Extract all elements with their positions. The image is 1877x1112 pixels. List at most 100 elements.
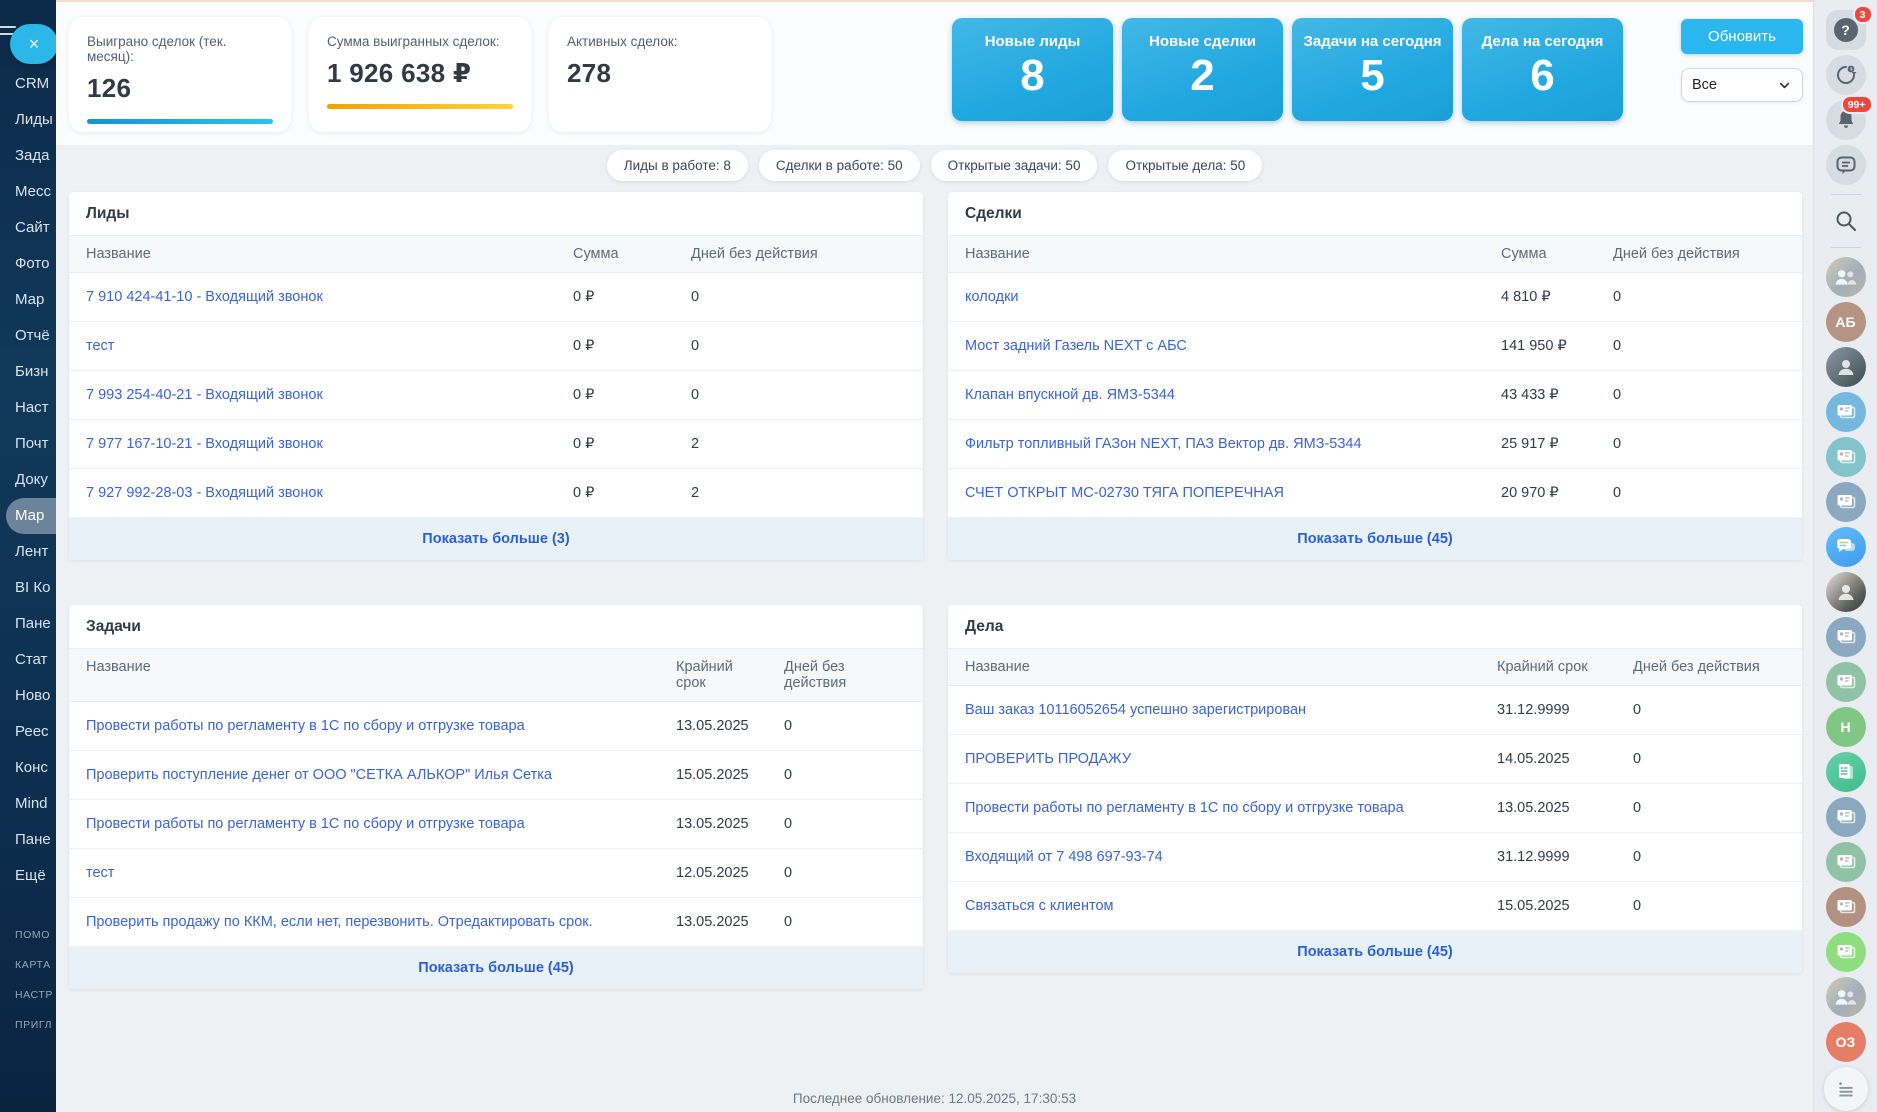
chat-contact-steel[interactable] (1826, 482, 1866, 522)
pill-deals-in-progress[interactable]: Сделки в работе: 50 (759, 150, 920, 181)
activity-link[interactable]: ПРОВЕРИТЬ ПРОДАЖУ (965, 751, 1131, 767)
chat-group-avatar[interactable] (1826, 257, 1866, 297)
show-more-deals-link[interactable]: Показать больше (45) (1297, 531, 1452, 547)
pill-open-activities[interactable]: Открытые дела: 50 (1108, 150, 1262, 181)
chat-avatar-oz[interactable]: ОЗ (1826, 1022, 1866, 1062)
table-row: Ваш заказ 10116052654 успешно зарегистри… (948, 686, 1802, 735)
chat-document-item[interactable] (1826, 752, 1866, 792)
chat-contact-steel[interactable] (1826, 617, 1866, 657)
sidebar-item-stats[interactable]: Стат (0, 642, 56, 678)
sidebar-item-news[interactable]: Ново (0, 678, 56, 714)
lead-link[interactable]: тест (86, 338, 114, 354)
chat-contact-steel[interactable] (1826, 797, 1866, 837)
task-link[interactable]: Провести работы по регламенту в 1С по сб… (86, 718, 525, 734)
deal-link[interactable]: Клапан впускной дв. ЯМЗ-5344 (965, 387, 1175, 403)
people-icon (1833, 984, 1859, 1010)
chat-contact-tan[interactable] (1826, 887, 1866, 927)
sidebar-item-sitemap[interactable]: КАРТА (0, 950, 56, 980)
sidebar-item-mindmap[interactable]: Mind (0, 786, 56, 822)
sidebar-item-crm[interactable]: CRM (0, 66, 56, 102)
table-row: ПРОВЕРИТЬ ПРОДАЖУ14.05.20250 (948, 735, 1802, 784)
activity-link[interactable]: Ваш заказ 10116052654 успешно зарегистри… (965, 702, 1306, 718)
sidebar-item-panel-1[interactable]: Пане (0, 606, 56, 642)
sidebar-item-documents[interactable]: Доку (0, 462, 56, 498)
chat-contact-green[interactable] (1826, 662, 1866, 702)
chat-avatar-ab[interactable]: АБ (1826, 302, 1866, 342)
chat-contact-lime[interactable] (1826, 932, 1866, 972)
deal-link[interactable]: Мост задний Газель NEXT с АБС (965, 338, 1187, 354)
lead-link[interactable]: 7 993 254-40-21 - Входящий звонок (86, 387, 323, 403)
show-more-activities-link[interactable]: Показать больше (45) (1297, 944, 1452, 960)
chat-photo-avatar[interactable] (1826, 572, 1866, 612)
task-link[interactable]: Проверить поступление денег от ООО "СЕТК… (86, 767, 552, 783)
chat-contact-teal[interactable] (1826, 437, 1866, 477)
task-link[interactable]: Провести работы по регламенту в 1С по сб… (86, 816, 525, 832)
sync-button[interactable] (1826, 55, 1866, 95)
lead-link[interactable]: 7 910 424-41-10 - Входящий звонок (86, 289, 323, 305)
sidebar-item-more[interactable]: Ещё (0, 858, 56, 894)
refresh-button[interactable]: Обновить (1681, 19, 1803, 54)
chat-contact-blue[interactable] (1826, 392, 1866, 432)
chat-photo-avatar[interactable] (1826, 347, 1866, 387)
sidebar-item-leads[interactable]: Лиды (0, 102, 56, 138)
chat-bubbles-icon (1834, 535, 1858, 559)
help-button[interactable]: ? 3 (1826, 10, 1866, 50)
sidebar-item-feed[interactable]: Лент (0, 534, 56, 570)
chat-bubbles-item[interactable] (1826, 527, 1866, 567)
sidebar-item-help[interactable]: ПОМО (0, 920, 56, 950)
deal-link[interactable]: колодки (965, 289, 1019, 305)
list-menu-icon (1833, 1076, 1859, 1102)
notifications-button[interactable]: 99+ (1826, 100, 1866, 140)
lead-link[interactable]: 7 977 167-10-21 - Входящий звонок (86, 436, 323, 452)
sidebar-item-reports[interactable]: Отчё (0, 318, 56, 354)
sidebar-close-button[interactable]: × (10, 24, 56, 64)
sidebar-item-mail[interactable]: Почт (0, 426, 56, 462)
sidebar-item-business[interactable]: Бизн (0, 354, 56, 390)
contact-card-icon (1834, 490, 1858, 514)
lead-link[interactable]: 7 927 992-28-03 - Входящий звонок (86, 485, 323, 501)
sidebar-menu: CRM Лиды Зада Месс Сайт Фото Мар Отчё Би… (0, 66, 56, 894)
sidebar-item-tasks[interactable]: Зада (0, 138, 56, 174)
activity-link[interactable]: Провести работы по регламенту в 1С по сб… (965, 800, 1404, 816)
activity-link[interactable]: Связаться с клиентом (965, 898, 1114, 914)
sidebar-item-messenger[interactable]: Месс (0, 174, 56, 210)
activity-link[interactable]: Входящий от 7 498 697-93-74 (965, 849, 1163, 865)
sidebar-item-photo[interactable]: Фото (0, 246, 56, 282)
filter-select[interactable]: Все (1681, 68, 1803, 102)
pill-open-tasks[interactable]: Открытые задачи: 50 (931, 150, 1098, 181)
rail-menu-button[interactable] (1824, 1067, 1868, 1111)
pill-leads-in-progress[interactable]: Лиды в работе: 8 (607, 150, 748, 181)
chat-avatar-n[interactable]: Н (1826, 707, 1866, 747)
contact-card-icon (1834, 670, 1858, 694)
filter-select-value: Все (1692, 77, 1777, 93)
show-more-leads-link[interactable]: Показать больше (3) (422, 531, 569, 547)
task-link[interactable]: Проверить продажу по ККМ, если нет, пере… (86, 914, 593, 930)
deal-link[interactable]: СЧЕТ ОТКРЫТ МС-02730 ТЯГА ПОПЕРЕЧНАЯ (965, 485, 1284, 501)
show-more-tasks-link[interactable]: Показать больше (45) (418, 960, 573, 976)
stat-card-won-sum: Сумма выигранных сделок: 1 926 638 ₽ (309, 17, 531, 132)
chat-contact-green[interactable] (1826, 842, 1866, 882)
sidebar-item-sites[interactable]: Сайт (0, 210, 56, 246)
task-link[interactable]: тест (86, 865, 114, 881)
chat-group-avatar[interactable] (1826, 977, 1866, 1017)
sidebar-item-constructor[interactable]: Конс (0, 750, 56, 786)
sidebar-item-bi[interactable]: BI Ко (0, 570, 56, 606)
sidebar-item-market[interactable]: Мар (0, 282, 56, 318)
sidebar-item-registry[interactable]: Реес (0, 714, 56, 750)
summary-card-new-deals[interactable]: Новые сделки 2 (1122, 18, 1283, 121)
sidebar-item-marketing-active[interactable]: Мар (6, 498, 56, 534)
sidebar-item-panel-2[interactable]: Пане (0, 822, 56, 858)
deal-link[interactable]: Фильтр топливный ГАЗон NEXT, ПАЗ Вектор … (965, 436, 1362, 452)
contact-card-icon (1834, 400, 1858, 424)
table-footer: Показать больше (45) (948, 931, 1802, 973)
search-button[interactable] (1829, 204, 1863, 238)
summary-card-tasks-today[interactable]: Задачи на сегодня 5 (1292, 18, 1453, 121)
contact-card-icon (1834, 805, 1858, 829)
sidebar-item-invite[interactable]: ПРИГЛ (0, 1010, 56, 1040)
table-header: Название Сумма Дней без действия (948, 236, 1802, 273)
summary-card-activities-today[interactable]: Дела на сегодня 6 (1462, 18, 1623, 121)
messenger-button[interactable] (1826, 145, 1866, 185)
summary-card-new-leads[interactable]: Новые лиды 8 (952, 18, 1113, 121)
sidebar-item-preferences[interactable]: НАСТР (0, 980, 56, 1010)
sidebar-item-settings[interactable]: Наст (0, 390, 56, 426)
